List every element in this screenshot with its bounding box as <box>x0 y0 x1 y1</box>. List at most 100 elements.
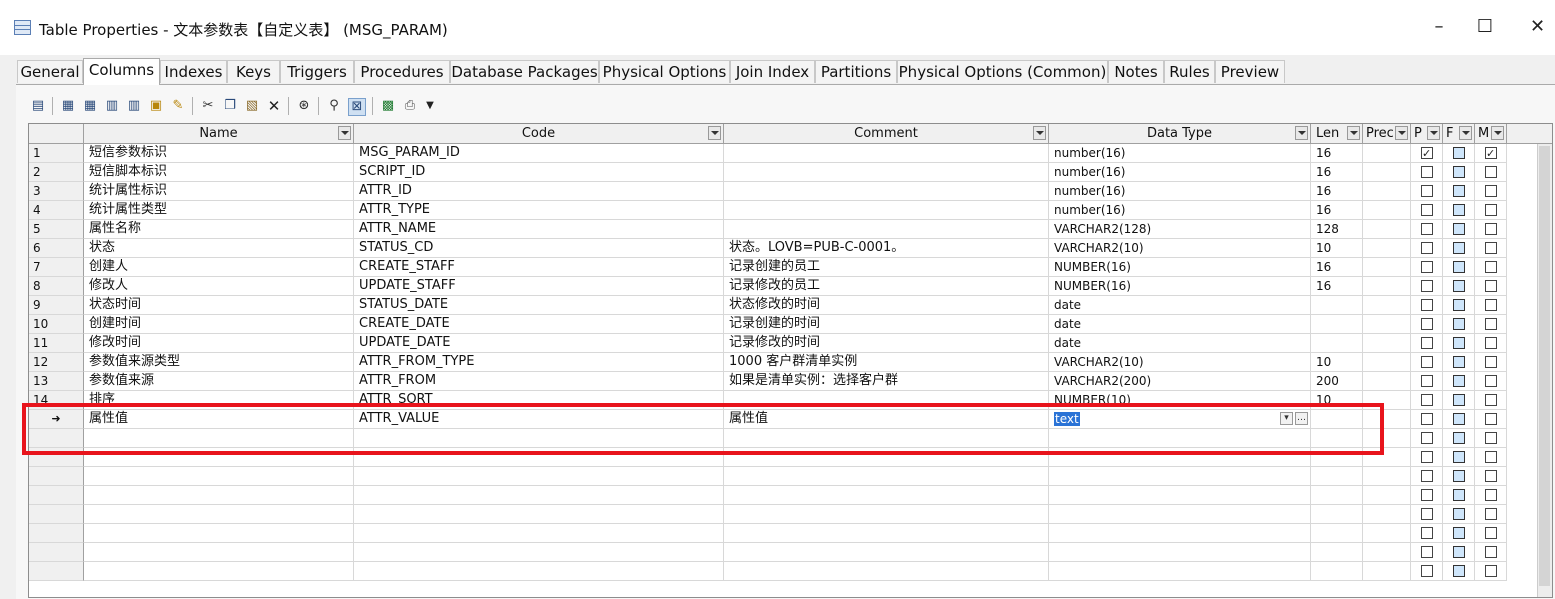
cell-precision[interactable] <box>1363 486 1411 505</box>
vertical-scrollbar[interactable] <box>1537 144 1552 597</box>
cell-name[interactable]: 状态时间 <box>84 296 354 315</box>
mandatory-checkbox[interactable] <box>1485 280 1497 292</box>
cell-name[interactable]: 参数值来源 <box>84 372 354 391</box>
cell-precision[interactable] <box>1363 543 1411 562</box>
cell-data-type[interactable] <box>1049 467 1311 486</box>
cell-comment[interactable]: 记录修改的时间 <box>724 334 1049 353</box>
cell-comment[interactable] <box>724 429 1049 448</box>
excel-icon[interactable]: ▩ <box>380 98 396 114</box>
empty-table-row[interactable] <box>29 467 1539 486</box>
cell-precision[interactable] <box>1363 296 1411 315</box>
column-header-foreign[interactable]: F <box>1443 124 1475 144</box>
foreign-checkbox[interactable] <box>1453 185 1465 197</box>
cell-data-type[interactable] <box>1049 562 1311 581</box>
cell-code[interactable]: CREATE_DATE <box>354 315 724 334</box>
foreign-checkbox[interactable] <box>1453 356 1465 368</box>
tab-physical-options-common[interactable]: Physical Options (Common) <box>897 60 1108 83</box>
cell-code[interactable] <box>354 486 724 505</box>
cell-name[interactable]: 参数值来源类型 <box>84 353 354 372</box>
cell-comment[interactable] <box>724 467 1049 486</box>
paste-icon[interactable]: ▧ <box>244 98 260 114</box>
primary-checkbox[interactable] <box>1421 356 1433 368</box>
cell-code[interactable]: UPDATE_DATE <box>354 334 724 353</box>
cell-name[interactable]: 属性值 <box>84 410 354 429</box>
cell-length[interactable] <box>1311 429 1363 448</box>
primary-checkbox[interactable] <box>1421 242 1433 254</box>
cell-data-type[interactable]: VARCHAR2(10) <box>1049 353 1311 372</box>
cell-comment[interactable] <box>724 391 1049 410</box>
chevron-down-icon[interactable] <box>1347 126 1360 140</box>
cell-code[interactable] <box>354 448 724 467</box>
cell-length[interactable] <box>1311 334 1363 353</box>
tab-physical-options[interactable]: Physical Options <box>599 60 730 83</box>
cell-comment[interactable]: 状态修改的时间 <box>724 296 1049 315</box>
cell-length[interactable] <box>1311 296 1363 315</box>
cell-data-type[interactable]: NUMBER(10) <box>1049 391 1311 410</box>
column-header-code[interactable]: Code <box>354 124 724 144</box>
cell-precision[interactable] <box>1363 220 1411 239</box>
foreign-checkbox[interactable] <box>1453 147 1465 159</box>
primary-checkbox[interactable] <box>1421 508 1433 520</box>
cell-data-type[interactable]: VARCHAR2(200) <box>1049 372 1311 391</box>
cell-name[interactable]: 属性名称 <box>84 220 354 239</box>
mandatory-checkbox[interactable] <box>1485 337 1497 349</box>
cell-name[interactable] <box>84 524 354 543</box>
mandatory-checkbox[interactable] <box>1485 413 1497 425</box>
foreign-checkbox[interactable] <box>1453 508 1465 520</box>
cell-data-type[interactable]: NUMBER(16) <box>1049 277 1311 296</box>
cell-precision[interactable] <box>1363 391 1411 410</box>
cell-precision[interactable] <box>1363 239 1411 258</box>
chevron-down-icon[interactable] <box>1395 126 1408 140</box>
primary-checkbox[interactable] <box>1421 337 1433 349</box>
tab-columns[interactable]: Columns <box>83 58 160 85</box>
cell-code[interactable]: MSG_PARAM_ID <box>354 144 724 163</box>
mandatory-checkbox[interactable] <box>1485 356 1497 368</box>
cell-code[interactable]: ATTR_VALUE <box>354 410 724 429</box>
cell-precision[interactable] <box>1363 410 1411 429</box>
cell-comment[interactable] <box>724 524 1049 543</box>
column-header-length[interactable]: Len <box>1311 124 1363 144</box>
cell-name[interactable] <box>84 562 354 581</box>
table-row[interactable]: 9 状态时间 STATUS_DATE 状态修改的时间 date <box>29 296 1539 315</box>
cell-precision[interactable] <box>1363 524 1411 543</box>
cell-data-type[interactable]: VARCHAR2(128) <box>1049 220 1311 239</box>
mandatory-checkbox[interactable] <box>1485 185 1497 197</box>
cell-length[interactable] <box>1311 543 1363 562</box>
cell-name[interactable]: 修改人 <box>84 277 354 296</box>
tab-database-packages[interactable]: Database Packages <box>450 60 599 83</box>
table-row[interactable]: 3 统计属性标识 ATTR_ID number(16) 16 <box>29 182 1539 201</box>
foreign-checkbox[interactable] <box>1453 318 1465 330</box>
cell-name[interactable] <box>84 505 354 524</box>
primary-checkbox[interactable] <box>1421 318 1433 330</box>
mandatory-checkbox[interactable] <box>1485 489 1497 501</box>
cell-comment[interactable]: 记录创建的时间 <box>724 315 1049 334</box>
foreign-checkbox[interactable] <box>1453 527 1465 539</box>
cell-length[interactable] <box>1311 486 1363 505</box>
tab-keys[interactable]: Keys <box>227 60 280 83</box>
cell-code[interactable]: ATTR_FROM <box>354 372 724 391</box>
table-row[interactable]: 5 属性名称 ATTR_NAME VARCHAR2(128) 128 <box>29 220 1539 239</box>
cell-name[interactable] <box>84 543 354 562</box>
primary-checkbox[interactable] <box>1421 527 1433 539</box>
tab-rules[interactable]: Rules <box>1164 60 1215 83</box>
cell-length[interactable]: 16 <box>1311 163 1363 182</box>
column-header-data-type[interactable]: Data Type <box>1049 124 1311 144</box>
table-row[interactable]: ➜ 属性值 ATTR_VALUE 属性值 text ▾… <box>29 410 1539 429</box>
table-row[interactable]: 11 修改时间 UPDATE_DATE 记录修改的时间 date <box>29 334 1539 353</box>
mandatory-checkbox[interactable] <box>1485 145 1497 162</box>
mandatory-checkbox[interactable] <box>1485 527 1497 539</box>
cell-code[interactable] <box>354 524 724 543</box>
cell-data-type[interactable] <box>1049 505 1311 524</box>
primary-checkbox[interactable] <box>1421 432 1433 444</box>
cell-code[interactable]: ATTR_FROM_TYPE <box>354 353 724 372</box>
mandatory-checkbox[interactable] <box>1485 299 1497 311</box>
cell-length[interactable] <box>1311 524 1363 543</box>
cell-comment[interactable]: 如果是清单实例：选择客户群 <box>724 372 1049 391</box>
foreign-checkbox[interactable] <box>1453 394 1465 406</box>
cell-name[interactable]: 短信参数标识 <box>84 144 354 163</box>
cell-comment[interactable] <box>724 448 1049 467</box>
chevron-down-icon[interactable] <box>1491 126 1504 140</box>
primary-checkbox[interactable] <box>1421 280 1433 292</box>
mandatory-checkbox[interactable] <box>1485 508 1497 520</box>
cell-length[interactable] <box>1311 448 1363 467</box>
